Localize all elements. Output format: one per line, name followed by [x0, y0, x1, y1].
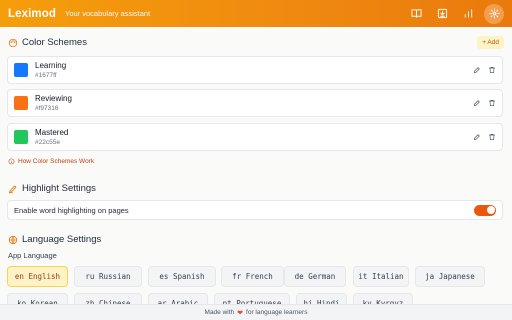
lang-chip-it[interactable]: it Italian	[353, 266, 409, 287]
lang-chip-ja[interactable]: ja Japanese	[415, 266, 485, 287]
palette-icon	[8, 38, 18, 47]
color-swatch[interactable]	[14, 130, 28, 144]
lang-code: de	[294, 272, 304, 281]
trash-icon[interactable]	[488, 133, 496, 141]
color-schemes-title: Color Schemes	[22, 37, 87, 48]
lang-code: it	[358, 272, 368, 281]
book-icon	[410, 9, 422, 18]
toggle-knob	[486, 206, 495, 214]
lang-label: French	[245, 272, 273, 281]
lang-code: fr	[232, 272, 242, 281]
footer-pre-text: Made with	[204, 309, 235, 316]
highlight-toggle-label: Enable word highlighting on pages	[14, 205, 129, 215]
settings-icon	[488, 8, 500, 19]
lang-code: ja	[425, 272, 435, 281]
how-color-schemes-link[interactable]: How Color Schemes Work	[8, 158, 94, 165]
footer-post-text: for language learners	[246, 309, 308, 316]
lang-label: Russian	[98, 272, 131, 281]
highlight-setting-row: Enable word highlighting on pages	[7, 200, 503, 220]
language-title: Language Settings	[22, 234, 102, 245]
info-icon	[8, 158, 15, 165]
lang-chip-de[interactable]: de German	[284, 266, 346, 287]
highlight-toggle[interactable]	[474, 204, 496, 216]
lang-code: en	[14, 272, 24, 281]
edit-icon[interactable]	[473, 133, 481, 141]
trash-icon[interactable]	[488, 99, 496, 107]
lang-chip-ru[interactable]: ru Russian	[74, 266, 142, 287]
edit-icon[interactable]	[473, 66, 481, 74]
app-header: Leximod Your vocabulary assistant	[0, 0, 512, 27]
heart-icon: ❤	[237, 309, 244, 317]
language-heading: Language Settings	[8, 234, 101, 245]
trash-icon[interactable]	[488, 66, 496, 74]
scheme-name: Reviewing	[35, 94, 72, 103]
import-icon	[437, 8, 447, 19]
scheme-card-learning: Learning #1677ff	[7, 56, 503, 84]
stats-button[interactable]	[458, 4, 478, 24]
add-scheme-button[interactable]: + Add	[477, 36, 504, 49]
app-tagline: Your vocabulary assistant	[65, 9, 151, 18]
lang-code: ru	[85, 272, 95, 281]
app-language-label: App Language	[8, 251, 57, 260]
scheme-name: Mastered	[35, 128, 69, 137]
color-swatch[interactable]	[14, 63, 28, 77]
scheme-hex: #f97316	[35, 105, 59, 112]
settings-button[interactable]	[484, 3, 504, 24]
scheme-hex: #22c55e	[35, 139, 60, 146]
lang-label: English	[28, 272, 61, 281]
scheme-name: Learning	[35, 61, 67, 70]
lang-label: German	[308, 272, 336, 281]
lang-label: Japanese	[438, 272, 475, 281]
lang-chip-es[interactable]: es Spanish	[148, 266, 216, 287]
how-link-label: How Color Schemes Work	[18, 158, 95, 165]
lang-chip-fr[interactable]: fr French	[221, 266, 284, 287]
globe-icon	[8, 235, 18, 244]
color-schemes-heading: Color Schemes	[8, 37, 87, 48]
color-swatch[interactable]	[14, 96, 28, 110]
scheme-card-mastered: Mastered #22c55e	[7, 123, 503, 151]
footer: Made with ❤ for language learners	[0, 304, 512, 320]
highlight-title: Highlight Settings	[22, 183, 96, 194]
app-logo: Leximod	[8, 7, 56, 20]
highlight-heading: Highlight Settings	[8, 183, 96, 194]
edit-icon[interactable]	[473, 99, 481, 107]
lang-code: es	[159, 272, 169, 281]
lang-label: Italian	[371, 272, 404, 281]
lang-label: Spanish	[172, 272, 205, 281]
scheme-card-reviewing: Reviewing #f97316	[7, 89, 503, 117]
vocabulary-button[interactable]	[406, 4, 426, 24]
highlighter-icon	[8, 185, 17, 193]
scheme-hex: #1677ff	[35, 72, 57, 79]
lang-chip-en[interactable]: en English	[7, 266, 68, 287]
stats-icon	[464, 9, 472, 18]
header-actions	[400, 3, 504, 24]
import-button[interactable]	[432, 4, 452, 24]
